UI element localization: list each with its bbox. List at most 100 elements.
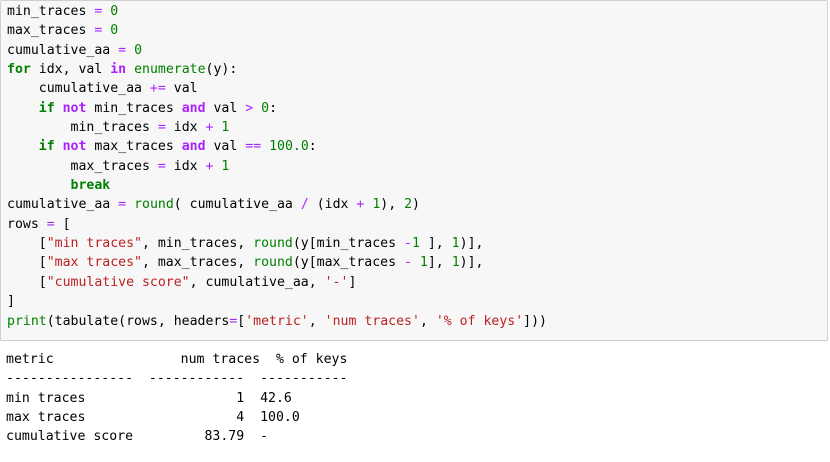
output-line: ---------------- ------------ ----------… (6, 371, 348, 387)
code-token: [ (7, 236, 47, 252)
code-token: - (404, 255, 412, 271)
code-token: cumulative_aa (7, 81, 150, 97)
code-token: 1 (451, 236, 460, 252)
code-token: ( cumulative_aa (173, 197, 301, 213)
code-line: for idx, val in enumerate(y): (7, 60, 547, 79)
code-token: cumulative_aa (7, 42, 119, 58)
output-line: max traces 4 100.0 (6, 410, 300, 426)
code-token: 0 (110, 23, 119, 39)
code-token: (y[min_traces (292, 236, 404, 252)
code-token: , (419, 313, 436, 329)
code-token: ], (427, 255, 452, 271)
code-line: print(tabulate(rows, headers=['metric', … (7, 312, 547, 331)
code-token: : (308, 139, 317, 155)
code-token: '% of keys' (435, 313, 524, 329)
code-token: (idx (308, 197, 357, 213)
code-editor[interactable]: min_traces = 0 max_traces = 0 cumulative_a… (7, 2, 547, 331)
code-line: min_traces = 0 (7, 2, 547, 21)
code-token: round (253, 255, 293, 271)
code-token: (y): (205, 62, 238, 78)
code-token: min_traces (7, 4, 95, 19)
code-token: ) (412, 197, 420, 213)
code-token: ] (348, 274, 357, 290)
code-token: cumulative_aa (7, 197, 119, 213)
code-token: break (70, 178, 111, 194)
code-token: 1 (221, 158, 230, 174)
code-token: = (118, 42, 127, 58)
code-line: min_traces = idx + 1 (7, 118, 547, 137)
code-line: cumulative_aa = round( cumulative_aa / (… (7, 195, 547, 214)
code-token: ), (380, 197, 405, 213)
code-token: val (205, 100, 246, 116)
code-token: 1 (221, 120, 230, 136)
output-line: min traces 1 42.6 (6, 390, 292, 406)
code-token: = (118, 197, 127, 213)
code-token: )], (459, 236, 484, 252)
code-token: enumerate (134, 62, 206, 78)
code-token: not (62, 100, 87, 116)
code-token: '-' (324, 274, 349, 290)
code-token: / (300, 197, 309, 213)
code-token: > (245, 100, 254, 116)
code-token: ])) (523, 313, 547, 329)
code-token: 'metric' (245, 313, 309, 329)
code-token: in (110, 62, 127, 78)
code-token: min_traces (7, 120, 158, 136)
code-token: if (38, 100, 55, 116)
code-token: (tabulate(rows, headers (46, 313, 230, 329)
code-token: 1 (419, 255, 428, 271)
code-token: ] (7, 294, 15, 310)
code-token: = (157, 158, 166, 174)
code-line: if not max_traces and val == 100.0: (7, 137, 547, 156)
code-token: val (165, 81, 198, 97)
code-token: 1 (411, 236, 420, 252)
code-token: 0 (110, 4, 119, 19)
code-line: break (7, 176, 547, 195)
code-token: (y[max_traces (292, 255, 404, 271)
code-token: : (269, 100, 278, 116)
code-token: 2 (404, 197, 413, 213)
code-line: if not min_traces and val > 0: (7, 99, 547, 118)
code-token: [ (7, 274, 47, 290)
code-token: - (404, 236, 412, 252)
code-token: round (134, 197, 174, 213)
code-token: , min_traces, (141, 236, 254, 252)
code-token: )], (459, 255, 484, 271)
code-token: += (149, 81, 166, 97)
code-token: = (157, 120, 166, 136)
code-line: cumulative_aa = 0 (7, 41, 547, 60)
code-cell[interactable]: min_traces = 0 max_traces = 0 cumulative_a… (0, 0, 828, 341)
code-line: rows = [ (7, 215, 547, 234)
code-token: [ (54, 216, 71, 232)
code-line: max_traces = idx + 1 (7, 157, 547, 176)
code-line: max_traces = 0 (7, 21, 547, 40)
code-token: , cumulative_aa, (189, 274, 325, 290)
code-token: 0 (261, 100, 270, 116)
code-token: val (205, 139, 246, 155)
code-token: , (308, 313, 325, 329)
code-token: 100.0 (269, 139, 309, 155)
output-line: cumulative score 83.79 - (6, 429, 269, 445)
code-token: max_traces (86, 139, 182, 155)
code-token: 0 (134, 42, 143, 58)
code-line: ] (7, 292, 547, 311)
code-token: if (38, 139, 55, 155)
code-token: for (7, 62, 31, 78)
code-token: max_traces (7, 158, 158, 174)
code-token: == (245, 139, 262, 155)
output-area: metric num traces % of keys -------------… (6, 350, 347, 447)
code-token: max_traces (7, 23, 95, 39)
code-token: "cumulative score" (46, 274, 190, 290)
code-line: ["max traces", max_traces, round(y[max_t… (7, 253, 547, 272)
